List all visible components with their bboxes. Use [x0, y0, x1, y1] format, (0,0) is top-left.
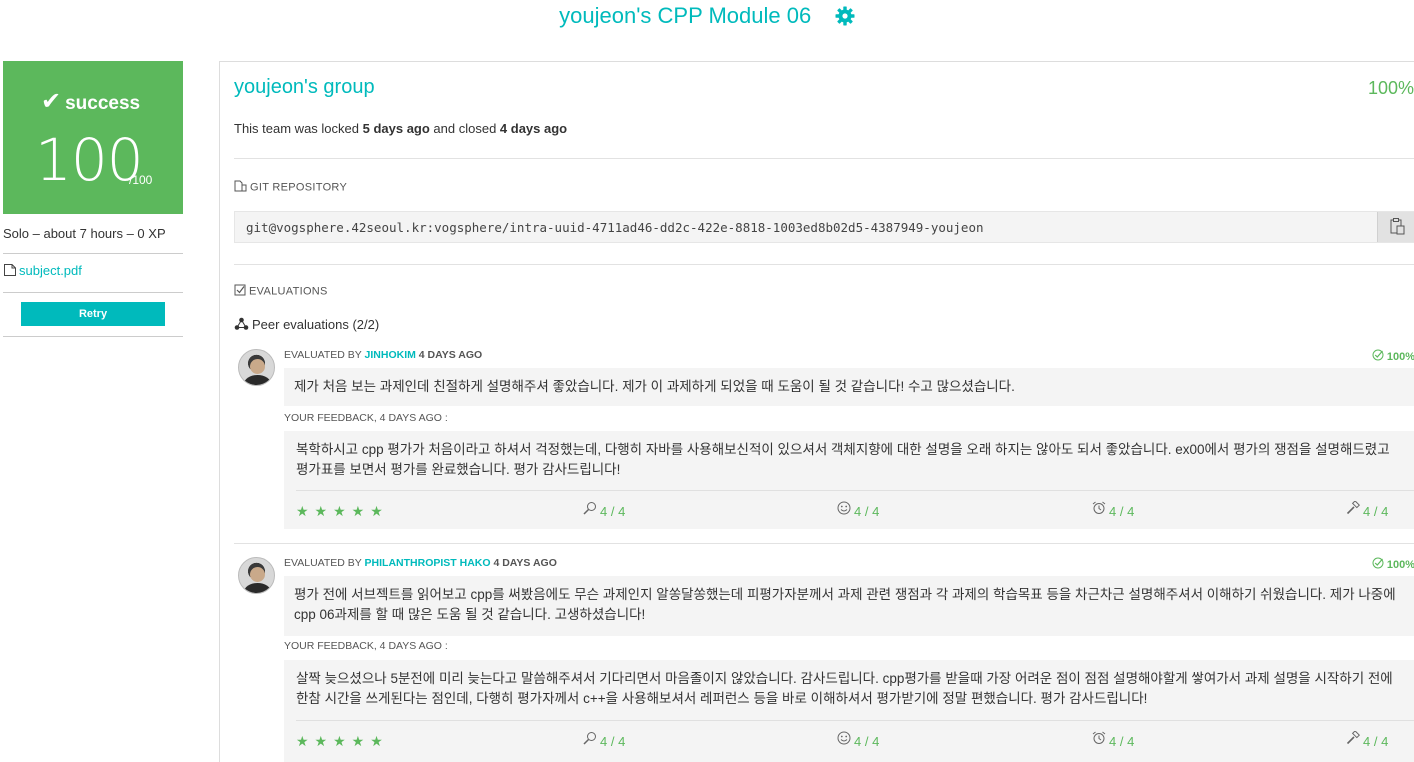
status-label: ✔ success [41, 87, 140, 116]
evaluations-section-label: EVALUATIONS [234, 284, 328, 299]
evaluator-line: EVALUATED BY JINHOKIM 4 DAYS AGO [284, 349, 482, 361]
rating-bar: ★★★★★ 4 / 4 4 / 4 4 / 4 4 / 4 [296, 720, 1414, 762]
rating-stars: ★★★★★ [296, 503, 389, 519]
rating-value: 4 / 4 [600, 504, 626, 519]
feedback-text: 살짝 늦으셨으나 5분전에 미리 늦는다고 말씀해주셔서 기다리면서 마음졸이지… [296, 671, 1393, 706]
subject-pdf-link[interactable]: subject.pdf [19, 263, 82, 278]
git-section-label: GIT REPOSITORY [234, 180, 347, 195]
evaluated-by-label: EVALUATED BY [284, 557, 365, 569]
git-url[interactable]: git@vogsphere.42seoul.kr:vogsphere/intra… [246, 220, 984, 235]
peer-title-text: Peer evaluations (2/2) [252, 317, 380, 332]
score-box: ✔ success 100 /100 [3, 61, 183, 214]
closed-ago: 4 days ago [499, 121, 568, 136]
smiley-icon [837, 731, 851, 751]
group-title: youjeon's group [234, 76, 375, 98]
checkbox-icon [234, 284, 246, 299]
rating-interest: 4 / 4 [583, 731, 626, 753]
document-icon [3, 263, 17, 280]
lock-info: This team was locked 5 days ago and clos… [234, 121, 567, 136]
evaluator-login-link[interactable]: PHILANTHROPIST HAKO [365, 557, 491, 569]
git-repository-field[interactable]: git@vogsphere.42seoul.kr:vogsphere/intra… [234, 211, 1414, 243]
divider [234, 158, 1414, 159]
clipboard-icon[interactable] [1377, 212, 1414, 242]
retry-button[interactable]: Retry [21, 302, 165, 326]
rating-nice: 4 / 4 [837, 731, 880, 753]
rating-value: 4 / 4 [600, 734, 626, 749]
feedback-text: 복학하시고 cpp 평가가 처음이라고 하셔서 걱정했는데, 다행히 자바를 사… [296, 442, 1390, 477]
rating-nice: 4 / 4 [837, 501, 880, 523]
evaluated-by-label: EVALUATED BY [284, 349, 365, 361]
rating-value: 4 / 4 [854, 734, 880, 749]
avatar[interactable] [238, 349, 275, 386]
magnifier-icon [583, 731, 597, 751]
feedback-box: 복학하시고 cpp 평가가 처음이라고 하셔서 걱정했는데, 다행히 자바를 사… [284, 431, 1414, 529]
locked-ago: 5 days ago [362, 121, 430, 136]
gear-icon[interactable] [835, 6, 855, 29]
project-meta: Solo – about 7 hours – 0 XP [3, 214, 183, 254]
evaluation-percentage-value: 100% [1386, 351, 1414, 363]
hammer-icon [1346, 729, 1361, 751]
group-percentage: 100% [1367, 78, 1414, 98]
evaluation-time: 4 DAYS AGO [415, 349, 483, 361]
evaluator-comment: 평가 전에 서브젝트를 읽어보고 cpp를 써봤음에도 무슨 과제인지 알쏭달쏭… [284, 576, 1414, 636]
rating-rigorous: 4 / 4 [1346, 499, 1389, 523]
page-header: youjeon's CPP Module 06 [0, 0, 1414, 34]
alarm-clock-icon [1092, 731, 1106, 751]
project-sidebar: ✔ success 100 /100 Solo – about 7 hours –… [3, 61, 183, 337]
rating-interest: 4 / 4 [583, 501, 626, 523]
peers-icon [234, 317, 249, 334]
evaluation-percentage-value: 100% [1386, 559, 1414, 571]
rating-value: 4 / 4 [1109, 734, 1135, 749]
rating-value: 4 / 4 [1363, 734, 1389, 749]
lock-prefix: This team was locked [234, 121, 363, 136]
final-mark: 100 [35, 126, 144, 194]
rating-stars: ★★★★★ [296, 733, 389, 749]
status-text: success [65, 93, 141, 114]
evaluation-card: EVALUATED BY JINHOKIM 4 DAYS AGO 100% 제가… [234, 349, 1414, 529]
rating-punctuality: 4 / 4 [1092, 501, 1135, 523]
feedback-label: YOUR FEEDBACK, 4 DAYS AGO : [284, 412, 448, 424]
rating-value: 4 / 4 [854, 504, 880, 519]
evaluations-label-text: EVALUATIONS [249, 285, 328, 298]
evaluator-comment: 제가 처음 보는 과제인데 친절하게 설명해주셔 좋았습니다. 제가 이 과제하… [284, 368, 1414, 406]
evaluation-time: 4 DAYS AGO [490, 557, 557, 569]
feedback-label: YOUR FEEDBACK, 4 DAYS AGO : [284, 640, 448, 652]
evaluation-card: EVALUATED BY PHILANTHROPIST HAKO 4 DAYS … [234, 557, 1414, 762]
repository-icon [234, 180, 247, 195]
magnifier-icon [583, 501, 597, 521]
alarm-clock-icon [1092, 501, 1106, 521]
retry-row: Retry [3, 293, 183, 337]
rating-rigorous: 4 / 4 [1346, 729, 1389, 753]
rating-value: 4 / 4 [1109, 504, 1135, 519]
evaluation-percentage: 100% [1372, 557, 1414, 571]
git-label-text: GIT REPOSITORY [250, 181, 348, 194]
evaluation-percentage: 100% [1372, 349, 1414, 363]
smiley-icon [837, 501, 851, 521]
check-circle-icon [1372, 557, 1384, 571]
subject-row: subject.pdf [3, 254, 183, 293]
max-mark: /100 [129, 173, 153, 187]
evaluator-line: EVALUATED BY PHILANTHROPIST HAKO 4 DAYS … [284, 557, 557, 569]
peer-evaluations-title: Peer evaluations (2/2) [234, 317, 379, 334]
divider [234, 264, 1414, 265]
feedback-box: 살짝 늦으셨으나 5분전에 미리 늦는다고 말씀해주셔서 기다리면서 마음졸이지… [284, 660, 1414, 762]
rating-bar: ★★★★★ 4 / 4 4 / 4 4 / 4 4 / 4 [296, 490, 1414, 529]
checkmark-icon: ✔ [41, 88, 62, 115]
lock-mid: and closed [429, 121, 500, 136]
evaluator-login-link[interactable]: JINHOKIM [365, 349, 416, 361]
check-circle-icon [1372, 349, 1384, 363]
divider [234, 543, 1414, 544]
rating-punctuality: 4 / 4 [1092, 731, 1135, 753]
avatar[interactable] [238, 557, 275, 594]
rating-value: 4 / 4 [1363, 504, 1389, 519]
team-panel: youjeon's group 100% This team was locke… [219, 61, 1414, 762]
hammer-icon [1346, 499, 1361, 521]
page-title: youjeon's CPP Module 06 [559, 3, 812, 28]
